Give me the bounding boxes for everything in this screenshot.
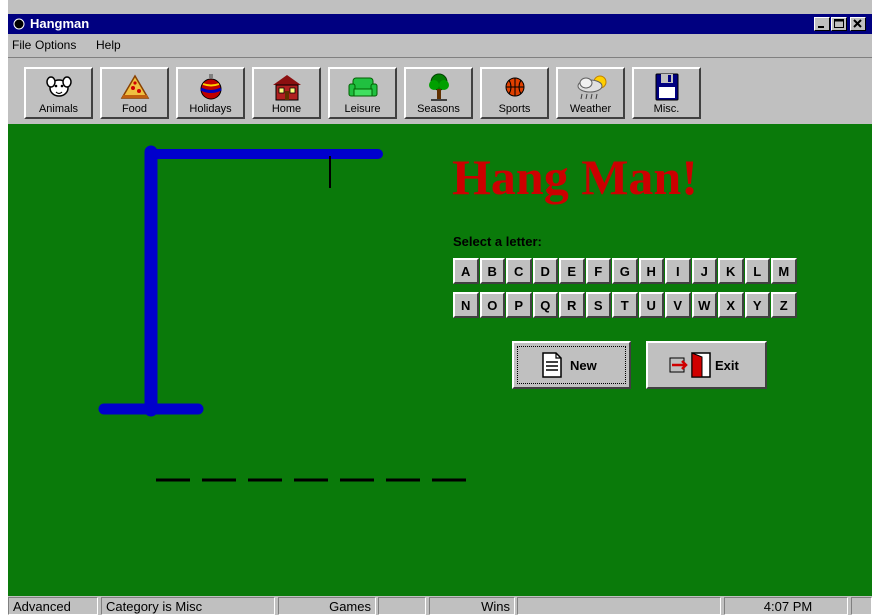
exit-door-icon bbox=[669, 352, 711, 378]
letter-button-t[interactable]: T bbox=[612, 292, 638, 318]
letter-button-d[interactable]: D bbox=[532, 258, 558, 284]
letter-button-y[interactable]: Y bbox=[744, 292, 770, 318]
exit-button-label: Exit bbox=[715, 357, 739, 373]
category-toolbar: Animals Food Holidays Home Leisure Seaso… bbox=[8, 57, 872, 123]
toolbar-label: Misc. bbox=[653, 103, 680, 115]
status-category: Category is Misc bbox=[101, 597, 275, 615]
house-icon bbox=[273, 75, 301, 101]
minimize-icon bbox=[818, 26, 824, 28]
maximize-button[interactable] bbox=[831, 17, 847, 31]
letter-button-g[interactable]: G bbox=[612, 258, 638, 284]
new-game-button[interactable]: New bbox=[512, 341, 631, 389]
menu-bar: File Options Help bbox=[8, 35, 872, 55]
toolbar-label: Seasons bbox=[417, 103, 460, 115]
game-title: Hang Man! bbox=[452, 149, 698, 205]
letter-row-1: ABCDEFGHIJKLM bbox=[453, 258, 797, 284]
gallows-icon bbox=[98, 145, 383, 417]
status-time: 4:07 PM bbox=[724, 597, 848, 615]
status-mode: Advanced bbox=[8, 597, 98, 615]
category-weather-button[interactable]: Weather bbox=[556, 67, 625, 119]
app-icon bbox=[13, 18, 25, 30]
close-button[interactable] bbox=[850, 17, 866, 31]
tree-icon bbox=[429, 73, 449, 101]
letter-button-z[interactable]: Z bbox=[771, 292, 797, 318]
letter-button-f[interactable]: F bbox=[585, 258, 611, 284]
letter-button-n[interactable]: N bbox=[453, 292, 479, 318]
letter-button-c[interactable]: C bbox=[506, 258, 532, 284]
toolbar-label: Home bbox=[271, 103, 302, 115]
close-icon bbox=[853, 19, 862, 28]
new-button-label: New bbox=[570, 357, 597, 373]
letter-button-h[interactable]: H bbox=[638, 258, 664, 284]
letter-button-m[interactable]: M bbox=[771, 258, 797, 284]
title-bar[interactable]: Hangman bbox=[8, 14, 872, 34]
maximize-icon bbox=[834, 19, 844, 28]
letter-button-s[interactable]: S bbox=[585, 292, 611, 318]
letter-button-l[interactable]: L bbox=[744, 258, 770, 284]
letter-button-b[interactable]: B bbox=[479, 258, 505, 284]
floppy-disk-icon bbox=[655, 73, 679, 101]
basketball-icon bbox=[505, 77, 525, 97]
minimize-button[interactable] bbox=[814, 17, 830, 31]
select-letter-label: Select a letter: bbox=[453, 234, 542, 249]
animal-icon bbox=[46, 76, 72, 97]
letter-button-r[interactable]: R bbox=[559, 292, 585, 318]
category-sports-button[interactable]: Sports bbox=[480, 67, 549, 119]
toolbar-label: Food bbox=[121, 103, 148, 115]
category-home-button[interactable]: Home bbox=[252, 67, 321, 119]
letter-button-e[interactable]: E bbox=[559, 258, 585, 284]
category-leisure-button[interactable]: Leisure bbox=[328, 67, 397, 119]
pizza-icon bbox=[120, 74, 150, 99]
toolbar-label: Leisure bbox=[344, 103, 381, 115]
letter-button-v[interactable]: V bbox=[665, 292, 691, 318]
category-misc-button[interactable]: Misc. bbox=[632, 67, 701, 119]
hangman-window: Hangman File Options Help Animals Food H… bbox=[8, 0, 872, 615]
document-icon bbox=[542, 352, 562, 378]
status-wins-label: Wins bbox=[429, 597, 515, 615]
couch-icon bbox=[348, 77, 378, 97]
letter-button-j[interactable]: J bbox=[691, 258, 717, 284]
letter-button-q[interactable]: Q bbox=[532, 292, 558, 318]
toolbar-label: Weather bbox=[569, 103, 612, 115]
status-wins-value bbox=[517, 597, 721, 615]
letter-button-w[interactable]: W bbox=[691, 292, 717, 318]
letter-button-o[interactable]: O bbox=[479, 292, 505, 318]
category-seasons-button[interactable]: Seasons bbox=[404, 67, 473, 119]
letter-button-x[interactable]: X bbox=[718, 292, 744, 318]
letter-button-p[interactable]: P bbox=[506, 292, 532, 318]
letter-button-k[interactable]: K bbox=[718, 258, 744, 284]
category-animals-button[interactable]: Animals bbox=[24, 67, 93, 119]
letter-button-a[interactable]: A bbox=[453, 258, 479, 284]
menu-file[interactable]: File bbox=[12, 38, 31, 52]
ornament-icon bbox=[200, 74, 222, 100]
exit-button[interactable]: Exit bbox=[646, 341, 767, 389]
size-grip[interactable] bbox=[851, 597, 872, 615]
letter-button-i[interactable]: I bbox=[665, 258, 691, 284]
toolbar-label: Sports bbox=[498, 103, 531, 115]
category-holidays-button[interactable]: Holidays bbox=[176, 67, 245, 119]
menu-options[interactable]: Options bbox=[35, 38, 76, 52]
status-bar: Advanced Category is Misc Games Wins 4:0… bbox=[8, 597, 872, 615]
toolbar-label: Animals bbox=[38, 103, 79, 115]
category-food-button[interactable]: Food bbox=[100, 67, 169, 119]
sun-cloud-icon bbox=[577, 75, 607, 100]
window-title: Hangman bbox=[30, 16, 90, 31]
menu-help[interactable]: Help bbox=[96, 38, 121, 52]
toolbar-label: Holidays bbox=[189, 103, 232, 115]
letter-button-u[interactable]: U bbox=[638, 292, 664, 318]
game-area: Hang Man! Select a letter: ABCDEFGHIJKLM… bbox=[8, 124, 872, 596]
status-games-value bbox=[378, 597, 426, 615]
letter-row-2: NOPQRSTUVWXYZ bbox=[453, 292, 797, 318]
status-games-label: Games bbox=[278, 597, 376, 615]
